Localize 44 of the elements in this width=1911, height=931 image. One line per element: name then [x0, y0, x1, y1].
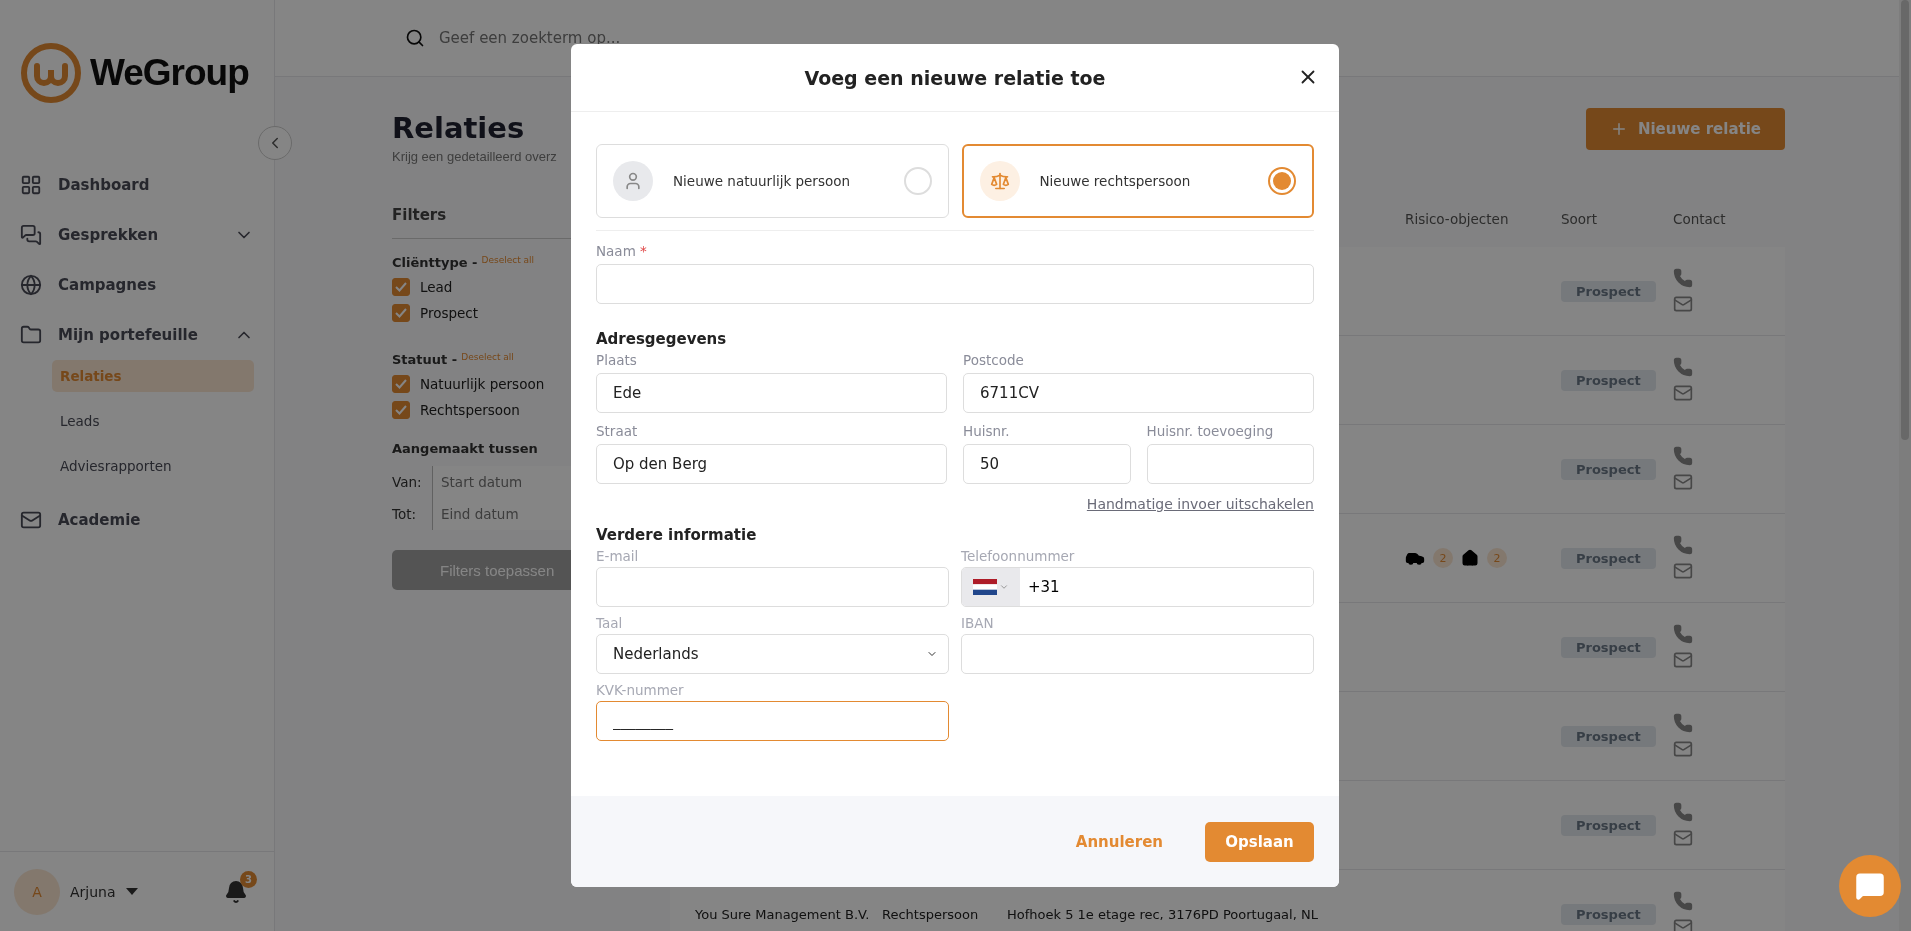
field-label: E-mail — [596, 548, 640, 564]
column-header: Soort — [1561, 211, 1598, 229]
status-tag: Prospect — [1561, 280, 1656, 302]
status-tag: Prospect — [1561, 369, 1656, 391]
field-label: Postcode — [963, 352, 1025, 368]
field-label: KVK-nummer — [596, 682, 685, 698]
field-label: Huisnr. — [963, 423, 1011, 439]
option-label: Nieuwe natuurlijk persoon — [673, 173, 852, 189]
checkbox-label: Lead — [420, 279, 453, 295]
date-label: Tot: — [392, 506, 418, 522]
table-cell-text: Rechtspersoon — [882, 906, 980, 922]
risk-count: 2 — [1433, 548, 1453, 568]
field-label: Telefoonnummer — [961, 548, 1076, 564]
field-label: Taal — [596, 615, 624, 631]
filter-group-title: Statuut - — [392, 352, 458, 367]
table-cell-text: You Sure Management B.V. — [695, 906, 871, 922]
field-label: IBAN — [961, 615, 995, 631]
field-label: Naam * — [596, 243, 648, 259]
checkbox-label: Rechtspersoon — [420, 402, 520, 418]
section-title: Adresgegevens — [596, 330, 728, 348]
notification-count: 3 — [240, 870, 257, 888]
table-cell: Hofhoek 5 1e etage rec, 3176PD Poortugaal, NL — [1007, 906, 1318, 922]
filter-group-title: Cliënttype - — [392, 255, 478, 270]
page-title: Relaties — [392, 111, 526, 145]
risk-count: 2 — [1487, 548, 1507, 568]
date-label: Van: — [392, 474, 423, 490]
status-tag: Prospect — [1561, 814, 1656, 836]
status-tag: Prospect — [1561, 636, 1656, 658]
checkbox-label: Natuurlijk persoon — [420, 376, 545, 392]
logo-text: WeGroup — [90, 52, 249, 94]
status-tag: Prospect — [1561, 903, 1656, 925]
page-subtitle: Krijg een gedetailleerd overz — [392, 149, 558, 164]
dialog-title: Voeg een nieuwe relatie toe — [804, 66, 1106, 89]
date-range-title: Aangemaakt tussen — [392, 441, 538, 456]
column-header: Contact — [1673, 211, 1727, 229]
status-tag: Prospect — [1561, 458, 1656, 480]
column-header: Risico-objecten — [1405, 211, 1510, 229]
option-label: Nieuwe rechtspersoon — [1039, 173, 1192, 189]
field-label: Huisnr. toevoeging — [1146, 423, 1275, 439]
status-tag: Prospect — [1561, 547, 1656, 569]
field-label: Straat — [596, 423, 639, 439]
status-tag: Prospect — [1561, 725, 1656, 747]
checkbox-label: Prospect — [420, 305, 479, 321]
field-label: Plaats — [596, 352, 638, 368]
